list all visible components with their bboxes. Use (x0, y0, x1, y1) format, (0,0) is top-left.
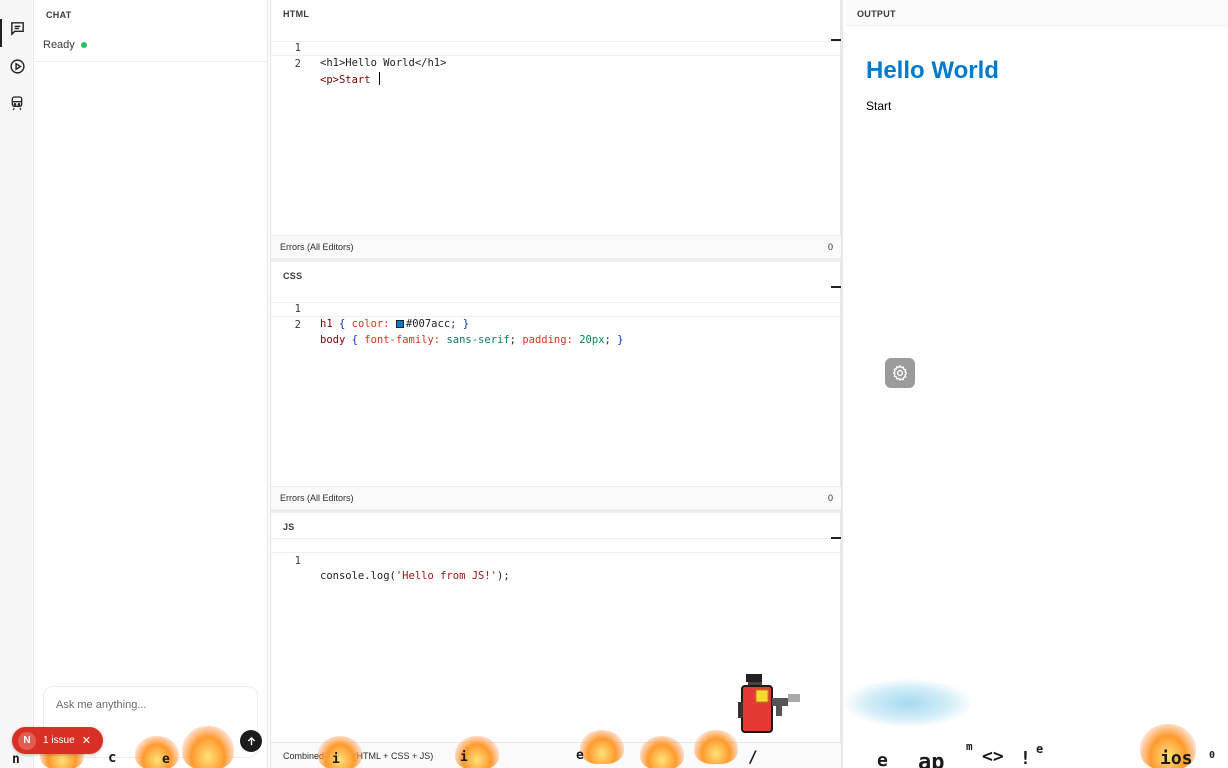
html-editor-title: HTML (283, 9, 310, 19)
game-letter: i (332, 752, 340, 767)
gear-icon (892, 364, 908, 382)
code-text: <h1>Hello World</h1> (320, 57, 447, 69)
output-panel: OUTPUT Hello World Start (846, 0, 1228, 768)
js-editor-title: JS (283, 522, 295, 532)
minimize-icon[interactable] (831, 286, 841, 288)
train-rail-button[interactable] (0, 86, 34, 120)
js-code: console.log( (320, 570, 396, 582)
minimize-icon[interactable] (831, 537, 841, 539)
game-letter: ap (918, 750, 945, 768)
css-value: #007acc (405, 318, 451, 330)
css-brace: { (345, 334, 365, 346)
chat-status: Ready (43, 39, 87, 51)
game-letter: e (1036, 742, 1044, 756)
minimize-icon[interactable] (831, 39, 841, 41)
flame-icon (318, 736, 362, 768)
css-property: color: (351, 318, 390, 330)
activity-bar (0, 0, 34, 768)
flame-icon (694, 730, 738, 764)
game-letter: n (12, 752, 20, 767)
code-line-current[interactable]: 1 console.log('Hello from JS!'); (271, 538, 841, 582)
errors-label: Errors (All Editors) (280, 242, 354, 252)
code-text: body { font-family: sans-serif; padding:… (320, 334, 624, 346)
flame-icon (580, 730, 624, 764)
code-line[interactable]: 1 h1 { color: #007acc; } (271, 287, 841, 330)
errors-bar: Errors (All Editors) 0 (271, 235, 841, 257)
js-code: ); (497, 570, 510, 582)
settings-button[interactable] (885, 358, 915, 388)
css-selector: h1 (320, 318, 333, 330)
output-heading: Hello World (866, 57, 999, 84)
code-text: h1 { color: #007acc; } (320, 317, 469, 332)
code-line-current[interactable]: 2 <p>Start (271, 41, 841, 86)
errors-count: 0 (827, 493, 833, 503)
chat-title: CHAT (46, 10, 72, 20)
flame-icon (640, 736, 684, 768)
chat-rail-button[interactable] (0, 11, 34, 47)
css-value: sans-serif (446, 334, 510, 346)
chat-icon (10, 21, 24, 36)
line-number: 2 (294, 319, 301, 331)
game-letter: 0 (1209, 750, 1216, 761)
flame-icon (182, 726, 234, 768)
editors-column: HTML 1 <h1>Hello World</h1> 2 <p>Start E… (270, 0, 843, 768)
output-header: OUTPUT (846, 0, 1228, 26)
css-brace: { (332, 318, 352, 330)
divider (34, 61, 268, 62)
errors-count: 0 (827, 242, 833, 252)
chat-status-label: Ready (43, 39, 75, 51)
css-property: padding: (522, 334, 573, 346)
code-text: console.log('Hello from JS!'); (320, 569, 510, 584)
js-string: 'Hello from JS!' (395, 570, 498, 582)
game-letter: e (162, 752, 170, 767)
game-letter: e (576, 748, 584, 763)
game-letter: ios (1160, 748, 1193, 768)
text-cursor (378, 72, 380, 85)
css-editor-title: CSS (283, 271, 303, 281)
css-value: 20px (579, 334, 605, 346)
run-rail-button[interactable] (0, 49, 34, 83)
robot-sprite-icon (738, 674, 800, 733)
game-letter: i (460, 750, 468, 765)
css-brace: ; } (604, 334, 624, 346)
css-editor[interactable]: CSS 1 h1 { color: #007acc; } 2 body { fo… (271, 262, 841, 509)
game-letter: <> (982, 746, 1004, 767)
output-paragraph: Start (866, 99, 892, 113)
errors-bar: Errors (All Editors) 0 (271, 486, 841, 508)
game-letter: e (877, 750, 888, 768)
arrow-up-icon (247, 736, 255, 745)
code-line[interactable]: 1 <h1>Hello World</h1> (271, 26, 841, 69)
css-property: font-family: (364, 334, 441, 346)
code-text-content: <p>Start (320, 74, 377, 86)
css-selector: body (320, 334, 346, 346)
train-icon (11, 96, 23, 111)
line-number: 2 (294, 58, 301, 70)
game-letter: m (966, 740, 973, 753)
flame-icon (135, 736, 179, 768)
dust-cloud-icon (842, 678, 974, 728)
game-letter: / (748, 747, 758, 766)
game-letter: c (108, 750, 117, 766)
issue-badge[interactable]: N 1 issue ✕ (12, 727, 103, 754)
code-line-current[interactable]: 2 body { font-family: sans-serif; paddin… (271, 302, 841, 346)
line-number: 1 (294, 555, 301, 567)
code-text: <p>Start (320, 72, 380, 88)
errors-label: Errors (All Editors) (280, 493, 354, 503)
html-editor[interactable]: HTML 1 <h1>Hello World</h1> 2 <p>Start E… (271, 0, 841, 258)
css-brace: ; } (450, 318, 470, 330)
game-letter: ! (1020, 748, 1031, 768)
logo-icon: N (18, 731, 36, 750)
send-button[interactable] (240, 730, 262, 752)
play-icon (9, 58, 25, 74)
output-title: OUTPUT (857, 9, 896, 19)
chat-input[interactable] (56, 699, 236, 711)
color-swatch-icon[interactable] (395, 320, 404, 328)
status-dot-icon (80, 42, 87, 48)
issue-label: 1 issue (43, 735, 75, 746)
chat-panel: CHAT Ready (34, 0, 268, 768)
close-icon[interactable]: ✕ (82, 734, 91, 747)
